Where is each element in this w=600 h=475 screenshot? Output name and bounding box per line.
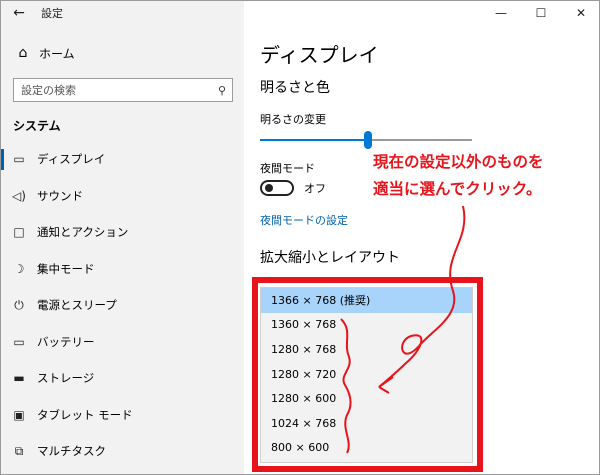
sidebar-item-power[interactable]: ⏻ 電源とスリープ <box>1 287 244 324</box>
speaker-icon: ◁) <box>12 188 26 203</box>
sidebar-item-multitask[interactable]: ⧉ マルチタスク <box>1 433 244 470</box>
minimize-button[interactable]: — <box>481 1 521 25</box>
close-icon: ✕ <box>575 6 587 20</box>
multitask-icon: ⧉ <box>14 443 24 458</box>
home-nav-item[interactable]: ⌂ ホーム <box>1 37 244 69</box>
sidebar: ← 設定 ⌂ ホーム ⚲ システム ▭ ディスプレイ ◁) サウンド □ 通知と… <box>1 1 244 474</box>
brightness-slider[interactable] <box>260 131 472 149</box>
slider-track <box>372 139 472 141</box>
sidebar-item-notifications[interactable]: □ 通知とアクション <box>1 214 244 251</box>
night-mode-toggle-row: オフ <box>260 180 326 196</box>
annotation-line-1: 現在の設定以外のものを <box>373 153 544 171</box>
settings-window: ← 設定 ⌂ ホーム ⚲ システム ▭ ディスプレイ ◁) サウンド □ 通知と… <box>0 0 600 475</box>
maximize-icon: ☐ <box>535 6 547 20</box>
toggle-knob <box>265 184 273 192</box>
annotation-highlight-box <box>252 277 483 472</box>
sidebar-item-label: ディスプレイ <box>37 152 106 167</box>
window-controls: — ☐ ✕ <box>481 1 599 25</box>
annotation-line-2: 適当に選んでクリック。 <box>373 180 542 198</box>
sidebar-item-label: 通知とアクション <box>37 225 129 240</box>
night-mode-state: オフ <box>304 182 326 195</box>
sidebar-item-sound[interactable]: ◁) サウンド <box>1 178 244 215</box>
page-title: ディスプレイ <box>260 43 379 67</box>
slider-track-filled <box>260 139 364 141</box>
sidebar-item-display[interactable]: ▭ ディスプレイ <box>1 141 244 178</box>
night-mode-toggle[interactable] <box>260 180 294 196</box>
arrow-left-icon: ← <box>13 5 25 21</box>
search-icon[interactable]: ⚲ <box>212 84 232 97</box>
slider-thumb[interactable] <box>364 131 372 149</box>
sidebar-item-label: タブレット モード <box>37 407 133 422</box>
annotation-text: 現在の設定以外のものを 適当に選んでクリック。 <box>373 149 544 203</box>
storage-icon: ▬ <box>13 371 25 386</box>
moon-icon: ☽ <box>13 261 25 276</box>
app-title: 設定 <box>41 7 63 20</box>
tablet-icon: ▣ <box>13 407 25 422</box>
back-button[interactable]: ← <box>1 1 37 25</box>
search-box: ⚲ <box>13 78 233 102</box>
minimize-icon: — <box>495 6 507 20</box>
sidebar-item-label: サウンド <box>37 188 83 203</box>
home-label: ホーム <box>39 46 75 61</box>
night-mode-settings-link[interactable]: 夜間モードの設定 <box>260 212 348 228</box>
sidebar-item-label: バッテリー <box>37 334 95 349</box>
notification-icon: □ <box>13 225 25 240</box>
title-bar: ← 設定 <box>1 1 244 25</box>
sidebar-item-storage[interactable]: ▬ ストレージ <box>1 360 244 397</box>
sidebar-item-tablet[interactable]: ▣ タブレット モード <box>1 397 244 434</box>
sidebar-item-label: ストレージ <box>37 371 95 386</box>
brightness-section-title: 明るさと色 <box>260 80 330 96</box>
search-input[interactable] <box>14 79 212 101</box>
sidebar-item-label: 集中モード <box>37 261 95 276</box>
sidebar-item-label: 電源とスリープ <box>37 298 117 313</box>
sidebar-item-battery[interactable]: ▭ バッテリー <box>1 324 244 361</box>
nav-list: ▭ ディスプレイ ◁) サウンド □ 通知とアクション ☽ 集中モード ⏻ 電源… <box>1 141 244 470</box>
sidebar-item-label: マルチタスク <box>37 444 106 459</box>
close-button[interactable]: ✕ <box>561 1 599 25</box>
monitor-icon: ▭ <box>13 152 25 167</box>
scale-section-title: 拡大縮小とレイアウト <box>260 250 400 266</box>
night-mode-label: 夜間モード <box>260 162 315 175</box>
brightness-label: 明るさの変更 <box>260 113 326 126</box>
sidebar-item-focus[interactable]: ☽ 集中モード <box>1 251 244 288</box>
battery-icon: ▭ <box>13 334 25 349</box>
maximize-button[interactable]: ☐ <box>521 1 561 25</box>
home-icon: ⌂ <box>18 45 28 61</box>
section-title: システム <box>13 119 61 133</box>
power-icon: ⏻ <box>14 297 24 312</box>
